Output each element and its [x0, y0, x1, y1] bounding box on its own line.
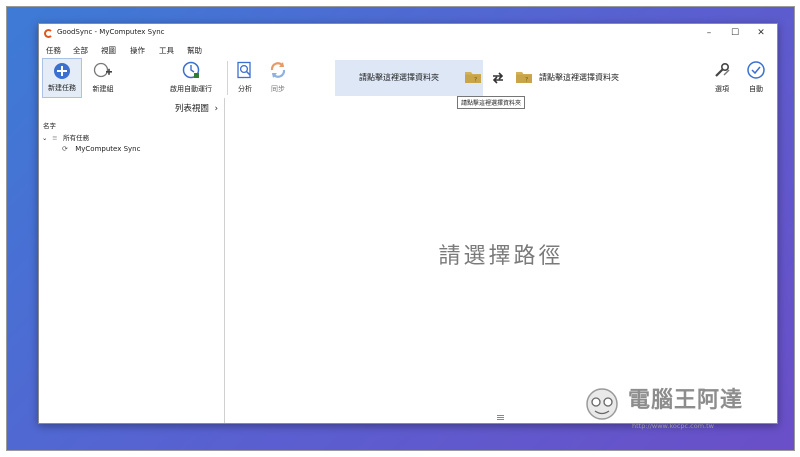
close-button[interactable]: ✕ [749, 26, 773, 41]
job-list-item[interactable]: ⟳ MyComputex Sync [62, 145, 140, 153]
app-window: GoodSync - MyComputex Sync – ☐ ✕ 任務 全部 視… [38, 23, 778, 424]
new-job-label: 新建任務 [48, 84, 76, 92]
maximize-button[interactable]: ☐ [723, 26, 747, 41]
folder-tooltip: 請點擊這裡選擇資料夾 [457, 96, 526, 109]
goodsync-logo-icon [44, 29, 53, 38]
analyze-icon [237, 61, 251, 79]
mascot-logo-icon [586, 388, 618, 420]
toolbar-divider [227, 61, 228, 95]
sync-job-icon: ⟳ [62, 145, 68, 153]
menu-actions[interactable]: 操作 [130, 45, 145, 56]
right-folder-icon[interactable]: ? [515, 70, 533, 84]
toolbar: 新建任務 新建組 啟用自動運行 分析 同步 請點擊這裡選擇資料夾 ? ? 請點擊… [39, 58, 777, 98]
new-group-icon [93, 62, 112, 78]
sync-icon [270, 62, 286, 78]
list-view-label: 列表視圖 [174, 104, 209, 114]
auto-clock-icon [747, 61, 765, 79]
tree-root[interactable]: ⌄ ≡ 所有任務 [42, 132, 89, 142]
wrench-icon [715, 62, 730, 77]
main-panel: 請選擇路徑 [225, 98, 777, 423]
window-title: GoodSync - MyComputex Sync [57, 28, 165, 36]
menu-jobs[interactable]: 任務 [46, 45, 61, 56]
chevron-down-icon[interactable]: ⌄ [42, 134, 50, 142]
job-name: MyComputex Sync [75, 145, 141, 153]
left-folder-selector[interactable]: 請點擊這裡選擇資料夾 [335, 60, 483, 96]
menu-all[interactable]: 全部 [73, 45, 88, 56]
enable-auto-run-button[interactable]: 啟用自動運行 [163, 58, 219, 98]
options-button[interactable]: 選項 [709, 58, 735, 98]
jobs-folder-icon: ≡ [52, 134, 58, 142]
watermark-title: 電腦王阿達 [628, 388, 744, 413]
tree-root-label: 所有任務 [63, 134, 90, 142]
svg-text:?: ? [474, 77, 477, 84]
chevron-right-icon: › [214, 104, 218, 114]
left-folder-label: 請點擊這裡選擇資料夾 [359, 73, 439, 82]
name-column-header[interactable]: 名字 [43, 120, 56, 130]
new-group-button[interactable]: 新建組 [85, 58, 121, 98]
analyze-label: 分析 [238, 85, 252, 93]
new-job-button[interactable]: 新建任務 [42, 58, 82, 98]
sync-button[interactable]: 同步 [265, 58, 291, 98]
add-circle-icon [54, 63, 70, 79]
options-label: 選項 [715, 85, 729, 93]
analyze-button[interactable]: 分析 [232, 58, 258, 98]
menu-view[interactable]: 視圖 [101, 45, 116, 56]
sync-label: 同步 [271, 85, 285, 93]
job-list-panel: 列表視圖 › 名字 ⌄ ≡ 所有任務 ⟳ MyComputex Sync [39, 98, 225, 423]
new-group-label: 新建組 [92, 85, 114, 93]
menu-help[interactable]: 幫助 [187, 45, 202, 56]
sync-direction-icon[interactable] [491, 71, 505, 85]
right-folder-label[interactable]: 請點擊這裡選擇資料夾 [539, 72, 619, 83]
list-view-toggle[interactable]: 列表視圖 › [175, 102, 218, 114]
menu-bar: 任務 全部 視圖 操作 工具 幫助 [39, 44, 777, 57]
auto-button[interactable]: 自動 [742, 58, 770, 98]
select-path-placeholder: 請選擇路徑 [438, 244, 564, 269]
title-bar: GoodSync - MyComputex Sync – ☐ ✕ [39, 24, 777, 44]
auto-label: 自動 [749, 85, 763, 93]
clock-icon [182, 61, 200, 79]
svg-text:?: ? [525, 77, 528, 84]
watermark-url: http://www.kocpc.com.tw [632, 422, 714, 430]
minimize-button[interactable]: – [697, 26, 721, 41]
enable-auto-run-label: 啟用自動運行 [170, 85, 212, 93]
menu-tools[interactable]: 工具 [159, 45, 174, 56]
left-folder-icon[interactable]: ? [464, 70, 482, 84]
resize-handle[interactable] [497, 415, 504, 421]
